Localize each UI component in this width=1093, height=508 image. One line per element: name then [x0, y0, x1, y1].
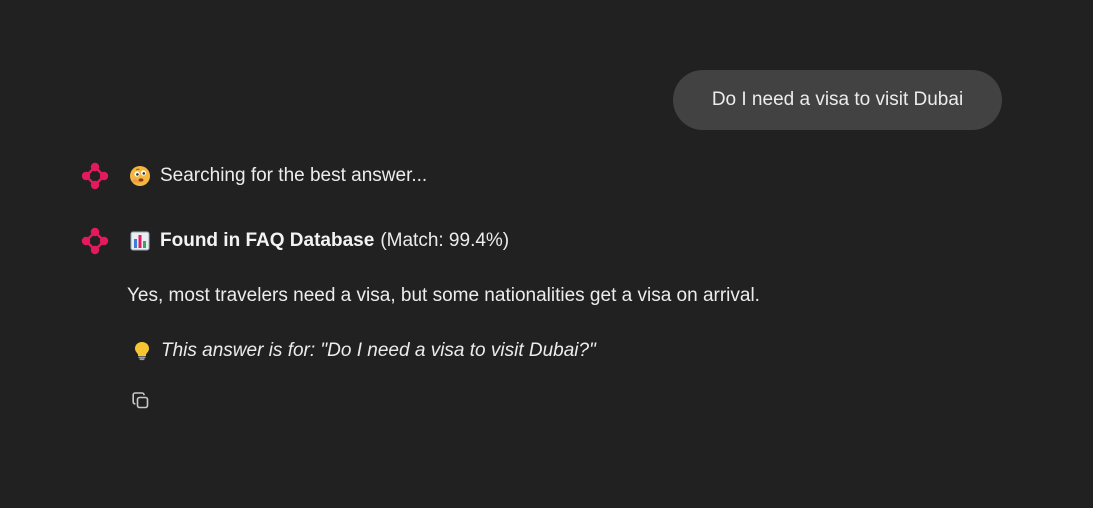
- match-score: (Match: 99.4%): [380, 230, 510, 251]
- user-message-text: Do I need a visa to visit Dubai: [711, 89, 964, 110]
- source-label: Found in FAQ Database: [160, 230, 375, 251]
- assistant-avatar-icon: [81, 162, 109, 190]
- result-header-line: Found in FAQ Database (Match: 99.4%): [129, 230, 509, 252]
- answer-note: This answer is for: "Do I need a visa to…: [131, 340, 596, 362]
- answer-text: Yes, most travelers need a visa, but som…: [127, 285, 760, 306]
- assistant-avatar-icon: [81, 227, 109, 255]
- status-text: Searching for the best answer...: [160, 165, 428, 186]
- lightbulb-icon: [131, 340, 153, 362]
- thinking-face-icon: [129, 165, 151, 187]
- chat-thread: Do I need a visa to visit Dubai Searchin…: [0, 0, 1093, 508]
- copy-icon: [131, 391, 151, 416]
- copy-button[interactable]: [128, 390, 154, 416]
- bar-chart-icon: [129, 230, 151, 252]
- note-text: This answer is for: "Do I need a visa to…: [161, 340, 596, 361]
- user-message-bubble: Do I need a visa to visit Dubai: [673, 70, 1002, 130]
- assistant-status-line: Searching for the best answer...: [129, 165, 427, 187]
